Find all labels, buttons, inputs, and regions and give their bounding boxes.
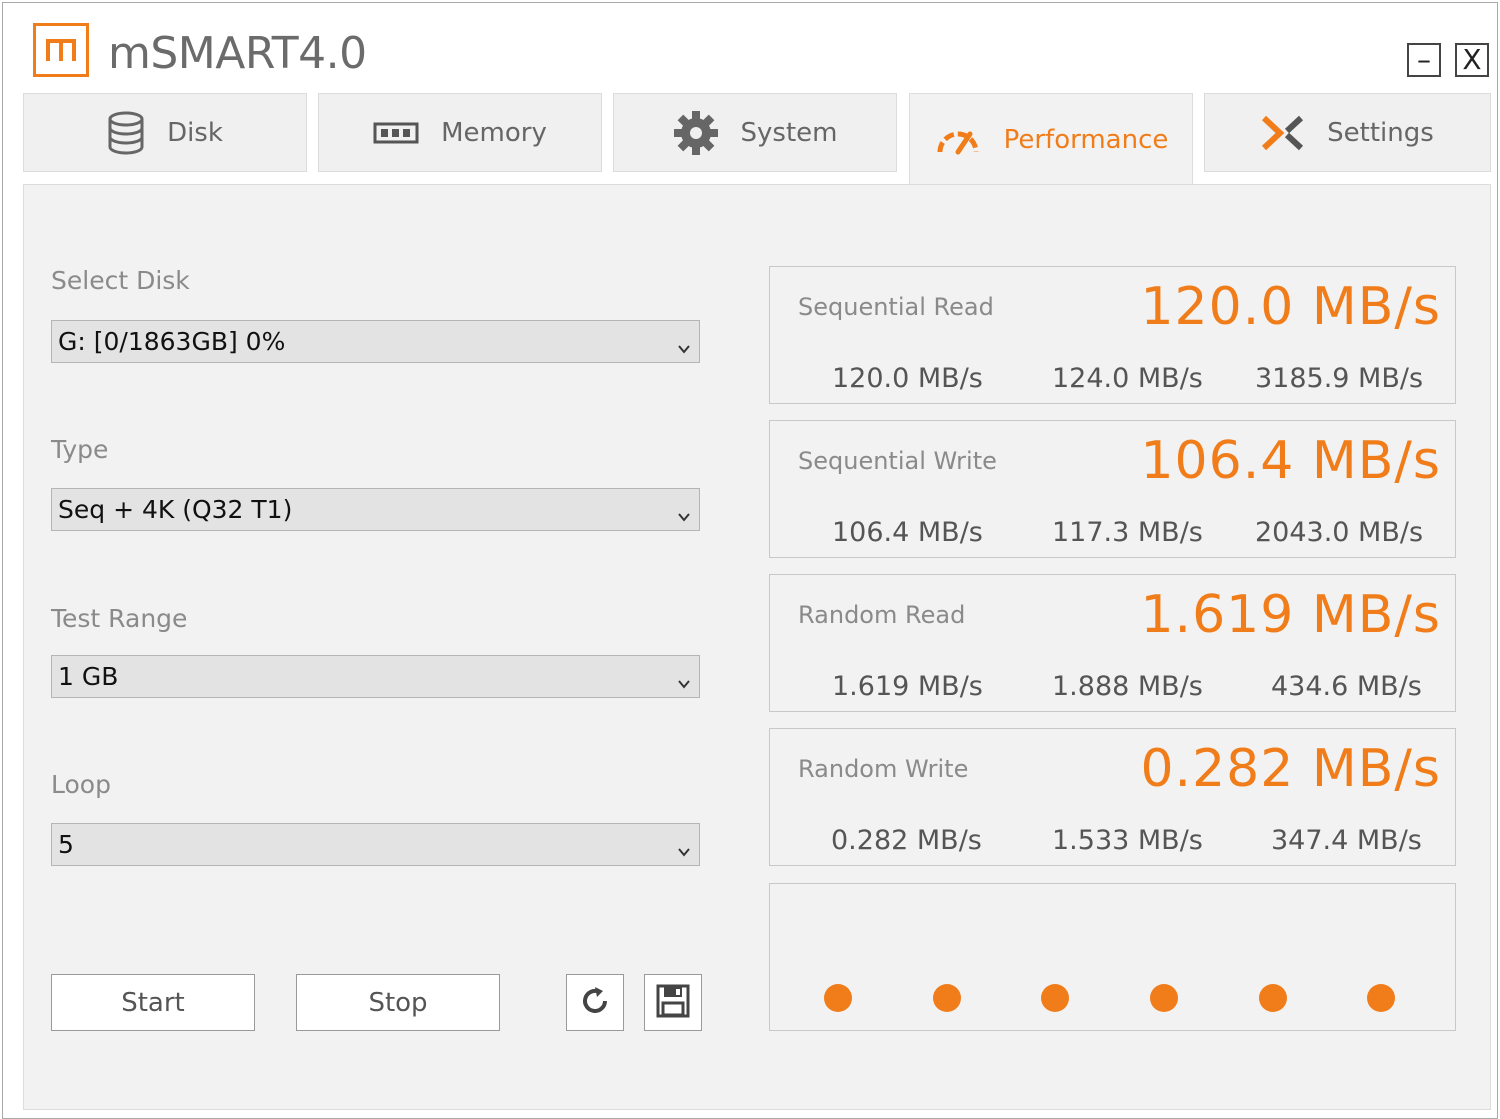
test-range-label: Test Range [51,604,188,633]
result-value-2: 1.533 MB/s [1052,825,1203,856]
tab-performance[interactable]: Performance [909,93,1193,185]
start-button-label: Start [121,987,185,1018]
result-card-sequential-write: Sequential Write 106.4 MB/s 106.4 MB/s 1… [769,420,1456,558]
save-button[interactable] [644,974,702,1031]
tab-label: Disk [167,117,223,148]
database-icon [107,111,145,155]
result-main-value: 106.4 MB/s [1140,431,1441,491]
tab-label: Memory [441,117,547,148]
result-value-3: 347.4 MB/s [1271,825,1422,856]
type-dropdown[interactable]: Seq + 4K (Q32 T1) [51,488,700,531]
progress-dot [1367,984,1395,1012]
result-main-value: 120.0 MB/s [1140,277,1441,337]
result-value-2: 124.0 MB/s [1052,363,1203,394]
select-disk-label: Select Disk [51,266,190,295]
stop-button-label: Stop [368,987,428,1018]
progress-dot [824,984,852,1012]
result-value-1: 1.619 MB/s [832,671,983,702]
type-value: Seq + 4K (Q32 T1) [58,495,293,524]
tab-label: Performance [1003,124,1169,155]
loop-dropdown[interactable]: 5 [51,823,700,866]
result-name: Random Read [798,601,966,629]
close-icon: X [1462,43,1482,76]
result-main-value: 1.619 MB/s [1140,585,1441,645]
loop-label: Loop [51,770,111,799]
result-name: Random Write [798,755,969,783]
close-button[interactable]: X [1455,43,1489,77]
refresh-icon [579,985,611,1021]
tab-settings[interactable]: Settings [1204,93,1491,172]
progress-dot [933,984,961,1012]
tab-label: Settings [1327,117,1434,148]
stop-button[interactable]: Stop [296,974,500,1031]
tab-system[interactable]: System [613,93,897,172]
result-card-sequential-read: Sequential Read 120.0 MB/s 120.0 MB/s 12… [769,266,1456,404]
app-logo-icon [33,23,89,77]
minimize-icon: – [1417,43,1431,76]
progress-dot [1041,984,1069,1012]
result-value-2: 117.3 MB/s [1052,517,1203,548]
chevron-down-icon [677,501,691,530]
result-name: Sequential Write [798,447,997,475]
minimize-button[interactable]: – [1407,43,1441,77]
save-icon [656,984,690,1022]
progress-dot [1259,984,1287,1012]
result-value-3: 2043.0 MB/s [1255,517,1424,548]
result-value-2: 1.888 MB/s [1052,671,1203,702]
chevron-down-icon [677,668,691,697]
loop-value: 5 [58,830,74,859]
result-value-1: 120.0 MB/s [832,363,983,394]
result-card-random-read: Random Read 1.619 MB/s 1.619 MB/s 1.888 … [769,574,1456,712]
result-value-3: 3185.9 MB/s [1255,363,1424,394]
result-name: Sequential Read [798,293,994,321]
chevron-down-icon [677,836,691,865]
select-disk-value: G: [0/1863GB] 0% [58,327,286,356]
result-value-1: 0.282 MB/s [831,825,982,856]
result-main-value: 0.282 MB/s [1140,739,1441,799]
start-button[interactable]: Start [51,974,255,1031]
tab-label: System [740,117,838,148]
gear-icon [673,110,719,156]
result-card-random-write: Random Write 0.282 MB/s 0.282 MB/s 1.533… [769,728,1456,866]
result-value-3: 434.6 MB/s [1271,671,1422,702]
test-range-dropdown[interactable]: 1 GB [51,655,700,698]
result-value-1: 106.4 MB/s [832,517,983,548]
memory-chip-icon [373,121,419,145]
refresh-button[interactable] [566,974,624,1031]
app-title: mSMART4.0 [108,28,367,79]
select-disk-dropdown[interactable]: G: [0/1863GB] 0% [51,320,700,363]
type-label: Type [51,435,109,464]
speedometer-icon [934,124,982,156]
progress-dot [1150,984,1178,1012]
test-range-value: 1 GB [58,662,119,691]
tab-disk[interactable]: Disk [23,93,307,172]
settings-x-icon [1261,115,1305,151]
tab-memory[interactable]: Memory [318,93,602,172]
chevron-down-icon [677,333,691,362]
progress-indicator [769,883,1456,1031]
